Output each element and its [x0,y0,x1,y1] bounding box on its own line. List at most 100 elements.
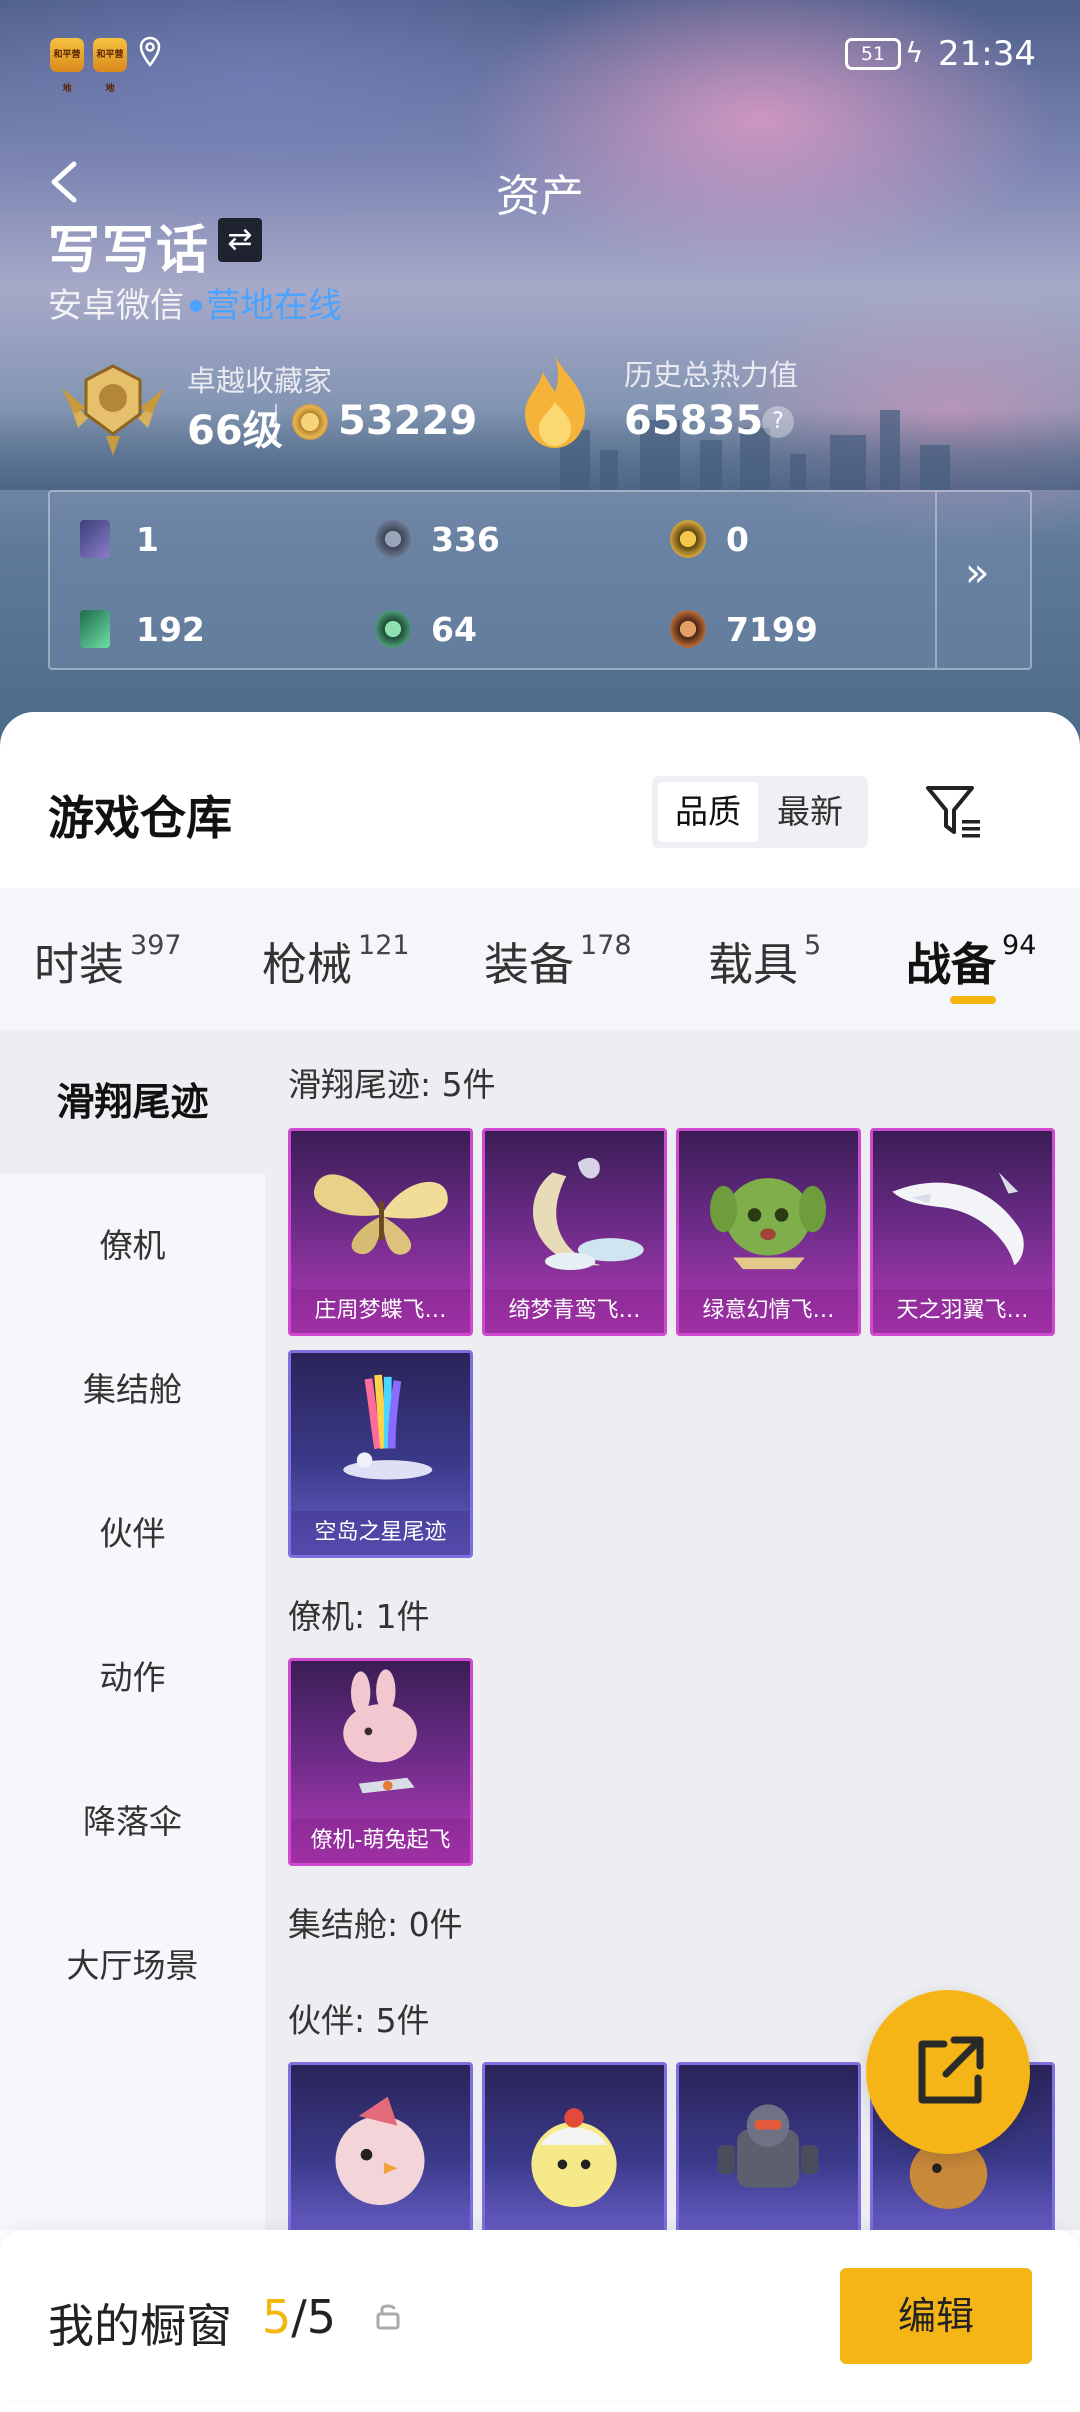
tab-label: 枪械 [262,938,353,991]
tab-vehicles[interactable]: 载具 5 [708,928,821,993]
share-icon [918,2036,984,2104]
side-category-list: 滑翔尾迹 僚机 集结舱 伙伴 动作 降落伞 大厅场景 [0,1030,265,2230]
app-icon: 和平营地 [93,38,127,94]
filter-icon[interactable] [922,780,986,844]
switch-account-icon[interactable]: ⇄ [218,218,262,262]
heat-value: 65835 [624,398,764,444]
status-time: 21:34 [938,34,1036,74]
tab-weapons[interactable]: 枪械 121 [262,928,410,993]
section-label: 集结舱: 0件 [288,1905,463,1944]
robot-icon [717,2104,819,2188]
side-item-emote[interactable]: 动作 [0,1606,265,1750]
share-button[interactable] [866,1990,1030,2154]
item-card[interactable] [288,2062,473,2242]
side-item-parachute[interactable]: 降落伞 [0,1750,265,1894]
currency-value: 7199 [726,610,818,649]
wing-icon [892,1172,1024,1266]
bunny-plane-icon [343,1669,417,1794]
tab-count: 94 [1002,930,1037,961]
item-name: 庄周梦蝶飞… [291,1289,470,1333]
showcase-current: 5 [262,2290,292,2344]
edit-button[interactable]: 编辑 [840,2268,1032,2364]
item-card[interactable]: 天之羽翼飞… [870,1128,1055,1336]
tab-label: 时装 [34,938,125,991]
collector-level: 66级 [187,408,283,454]
warehouse-title: 游戏仓库 [48,791,232,845]
item-card[interactable]: 绮梦青鸾飞… [482,1128,667,1336]
online-status: 营地在线 [206,286,342,326]
item-name: 僚机-萌兔起飞 [291,1819,470,1863]
side-item-assembly-pod[interactable]: 集结舱 [0,1318,265,1462]
tab-label: 装备 [484,938,575,991]
collector-title: 卓越收藏家 [187,364,333,398]
tab-fashion[interactable]: 时装 397 [34,928,182,993]
collector-points: 53229 [338,398,478,444]
item-card[interactable]: 僚机-萌兔起飞 [288,1658,473,1866]
showcase-label: 我的橱窗 [48,2299,232,2353]
tab-label: 载具 [708,938,799,991]
pink-bird-icon [335,2096,425,2206]
heat-title: 历史总热力值 [624,358,799,392]
tab-label: 战备 [906,938,997,991]
category-tabs: 时装 397 枪械 121 装备 178 载具 5 战备 94 [0,888,1080,1030]
showcase-count: 5/5 [262,2290,336,2344]
side-item-companion[interactable]: 伙伴 [0,1462,265,1606]
flame-icon[interactable] [515,352,595,452]
item-name: 绮梦青鸾飞… [485,1289,664,1333]
divider [935,492,937,668]
sort-toggle[interactable]: 品质 最新 [652,776,868,848]
chick-icon [531,2108,617,2207]
tab-count: 178 [580,930,632,961]
butterfly-icon [313,1174,448,1255]
tab-count: 5 [804,930,822,961]
app-icon: 和平营地 [50,38,84,94]
charging-icon: ϟ [905,36,924,69]
ticket-icon [80,610,110,648]
showcase-total: /5 [291,2290,337,2344]
section-label: 伙伴: 5件 [288,2001,430,2040]
collector-medal-icon[interactable] [58,358,168,458]
gold-coin-icon [670,520,706,558]
lock-icon [376,2304,400,2330]
currency-value: 0 [726,520,749,559]
section-label: 僚机: 1件 [288,1597,430,1636]
divider [275,404,277,442]
side-item-lobby-scene[interactable]: 大厅场景 [0,1894,265,2038]
side-item-glide-trail[interactable]: 滑翔尾迹 [0,1030,265,1174]
currency-value: 336 [431,520,500,559]
sort-latest-option[interactable]: 最新 [760,782,860,842]
bronze-coin-icon [670,610,706,648]
item-card[interactable] [482,2062,667,2242]
tab-count: 397 [130,930,182,961]
location-icon [139,36,161,67]
username: 写写话 [48,221,211,281]
currency-value: 192 [136,610,205,649]
collector-coin-icon [292,404,328,440]
battery-icon: 51 [845,38,901,70]
tab-equipment[interactable]: 装备 178 [484,928,632,993]
crescent-moon-icon [533,1157,644,1271]
currency-value: 64 [431,610,477,649]
sort-quality-option[interactable]: 品质 [658,782,758,842]
item-name: 绿意幻情飞… [679,1289,858,1333]
item-card[interactable]: 空岛之星尾迹 [288,1350,473,1558]
item-name: 天之羽翼飞… [873,1289,1052,1333]
currency-panel[interactable]: 1 336 0 192 64 7199 » [48,490,1032,670]
green-coin-icon [375,610,411,648]
item-card[interactable]: 庄周梦蝶飞… [288,1128,473,1336]
tab-gear[interactable]: 战备 94 [906,928,1036,993]
item-name: 空岛之星尾迹 [291,1511,470,1555]
status-bar: 和平营地 和平营地 51 ϟ 21:34 [0,30,1080,94]
section-label: 滑翔尾迹: 5件 [288,1065,496,1104]
rainbow-trail-icon [343,1374,433,1480]
card-icon [80,520,110,558]
item-card[interactable]: 绿意幻情飞… [676,1128,861,1336]
side-item-wingman[interactable]: 僚机 [0,1174,265,1318]
online-dot-icon [190,299,202,312]
platform-line: 安卓微信 营地在线 [48,278,342,327]
help-icon[interactable]: ? [762,406,794,438]
silver-coin-icon [375,520,411,558]
item-card[interactable] [676,2062,861,2242]
more-chevron-icon[interactable]: » [965,550,989,596]
active-tab-indicator [950,996,996,1004]
